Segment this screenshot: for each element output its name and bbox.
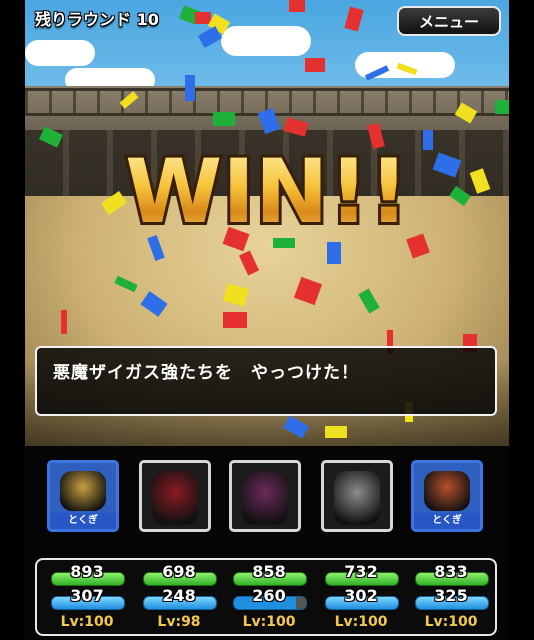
hp-value: 732 [344, 562, 378, 581]
mp-value: 260 [252, 586, 286, 605]
mp-value: 325 [434, 586, 468, 605]
menu-button[interactable]: メニュー [397, 6, 501, 36]
party-member-5[interactable]: とくぎ [411, 460, 483, 532]
hp-value: 893 [70, 562, 104, 581]
message-window[interactable]: 悪魔ザイガス強たちを やっつけた！ [35, 346, 497, 416]
battle-message: 悪魔ザイガス強たちを やっつけた！ [53, 363, 359, 383]
win-banner: WIN!! [122, 140, 412, 240]
rounds-remaining: 残りラウンド 10 [35, 10, 159, 29]
level-label: Lv:100 [424, 614, 478, 630]
party-stats: 893 307 Lv:100 698 248 Lv:98 858 260 Lv:100 732 30… [35, 558, 497, 636]
party-member-2[interactable] [139, 460, 211, 532]
hp-value: 698 [162, 562, 196, 581]
member-stats-3: 858 260 Lv:100 [229, 560, 309, 638]
hp-value: 858 [252, 562, 286, 581]
skeletal-beast-icon [334, 471, 380, 525]
level-label: Lv:100 [60, 614, 114, 630]
mp-value: 302 [344, 586, 378, 605]
member-stats-2: 698 248 Lv:98 [139, 560, 219, 638]
masked-sorcerer-icon [242, 471, 288, 525]
mp-value: 307 [70, 586, 104, 605]
party-member-4[interactable] [321, 460, 393, 532]
battle-screen: 残りラウンド 10 メニュー WIN!! 悪魔ザイガス強たちを やっつけた！ と… [25, 0, 509, 640]
member-stats-5: 833 325 Lv:100 [411, 560, 491, 638]
party-member-3[interactable] [229, 460, 301, 532]
party-member-1[interactable]: とくぎ [47, 460, 119, 532]
member-stats-4: 732 302 Lv:100 [321, 560, 401, 638]
member-stats-1: 893 307 Lv:100 [47, 560, 127, 638]
skill-badge: とくぎ [50, 513, 116, 529]
level-label: Lv:98 [157, 614, 201, 630]
mp-value: 248 [162, 586, 196, 605]
dark-orb-demon-icon [152, 471, 198, 525]
party-panel: とくぎ とくぎ 893 307 Lv:100 698 248 Lv:98 858 260 Lv:1… [25, 450, 509, 640]
golden-horned-knight-icon [60, 471, 106, 511]
skill-badge: とくぎ [414, 513, 480, 529]
level-label: Lv:100 [334, 614, 388, 630]
win-text: WIN!! [125, 140, 409, 240]
green-haired-warrior-icon [424, 471, 470, 511]
hp-value: 833 [434, 562, 468, 581]
level-label: Lv:100 [242, 614, 296, 630]
